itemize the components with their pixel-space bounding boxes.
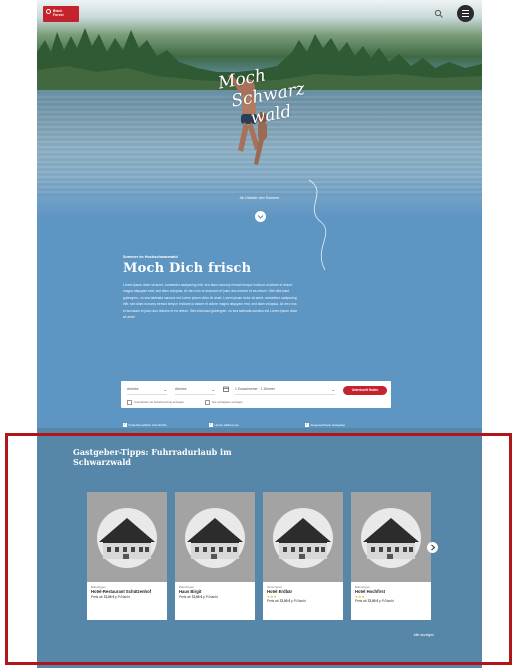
house-image bbox=[351, 492, 431, 582]
decorative-swirl-line bbox=[308, 179, 327, 271]
price-suffix: p.P./Nacht bbox=[203, 595, 218, 599]
price-value: 72,00 € bbox=[367, 599, 379, 603]
search-submit-button[interactable]: Unterkunft finden bbox=[343, 386, 387, 395]
carousel-next-button[interactable] bbox=[427, 542, 438, 553]
house-icon bbox=[185, 508, 245, 568]
price-value: 72,00 € bbox=[191, 595, 203, 599]
house-icon bbox=[361, 508, 421, 568]
price-value: 72,00 € bbox=[279, 599, 291, 603]
house-image bbox=[263, 492, 343, 582]
chevron-down-icon: ⌄ bbox=[331, 387, 335, 392]
hero-section: Black Forest Moch Schwarz wald Ab Oktobe… bbox=[37, 0, 482, 218]
house-icon bbox=[273, 508, 333, 568]
search-icon[interactable] bbox=[434, 9, 444, 19]
intro-title: Moch Dich frisch bbox=[123, 261, 252, 276]
price-value: 72,00 € bbox=[103, 595, 115, 599]
hamburger-line bbox=[462, 13, 469, 14]
card-price: Preis ab 72,00 € p.P./Nacht bbox=[179, 595, 252, 600]
price-suffix: p.P./Nacht bbox=[291, 599, 306, 603]
instant-booking-checkbox[interactable]: Unterkünfte mit Sofortbuchung anzeigen bbox=[127, 400, 184, 405]
host-card[interactable]: Hinterzarten Hotel Erdbär ★★★ Preis ab 7… bbox=[263, 492, 343, 620]
hero-link[interactable]: Ab Oktober den Sommer bbox=[37, 196, 482, 200]
price-prefix: Preis ab bbox=[179, 595, 191, 599]
guests-field-label: 1 Erwachsener · 1 Zimmer bbox=[235, 387, 275, 391]
arrival-field[interactable]: Anreise ⌄ bbox=[127, 387, 167, 395]
chevron-down-icon: ⌄ bbox=[211, 387, 215, 392]
card-price: Preis ab 72,00 € p.P./Nacht bbox=[91, 595, 164, 600]
intro-paragraph: Lorem ipsum dolor sit amet, consetetur s… bbox=[123, 283, 298, 320]
intro-eyebrow: Sommer im Hochschwarzwald bbox=[123, 255, 178, 259]
host-tips-title: Gastgeber-Tipps: Fuhrradurlaub im Schwar… bbox=[73, 447, 232, 467]
available-only-checkbox[interactable]: Nur verfügbare anzeigen bbox=[205, 400, 243, 405]
price-prefix: Preis ab bbox=[267, 599, 279, 603]
chevron-down-icon: ⌄ bbox=[163, 387, 167, 392]
guests-field[interactable]: 1 Erwachsener · 1 Zimmer ⌄ bbox=[235, 387, 335, 395]
calendar-icon[interactable] bbox=[223, 386, 229, 392]
price-suffix: p.P./Nacht bbox=[379, 599, 394, 603]
host-card[interactable]: Bräunlingen Hotel Hochfirst ★★★ Preis ab… bbox=[351, 492, 431, 620]
house-image bbox=[87, 492, 167, 582]
logo-text-line2: Forest bbox=[53, 13, 64, 17]
chevron-down-icon bbox=[257, 215, 264, 219]
filter-dogs[interactable]: Hunde willkommen bbox=[209, 423, 239, 427]
house-icon bbox=[97, 508, 157, 568]
host-tips-section: Gastgeber-Tipps: Fuhrradurlaub im Schwar… bbox=[37, 428, 482, 668]
brand-logo[interactable]: Black Forest bbox=[43, 6, 79, 22]
filter-hosts[interactable]: Ausgezeichnete Gastgeber bbox=[305, 423, 346, 427]
intro-section: Sommer im Hochschwarzwald Moch Dich fris… bbox=[37, 179, 482, 428]
logo-mark-icon bbox=[46, 9, 51, 14]
show-all-link[interactable]: Alle anzeigen bbox=[414, 633, 434, 637]
filter-family[interactable]: Kinderfreundliche Unterkünfte bbox=[123, 423, 167, 427]
scroll-down-button[interactable] bbox=[255, 211, 266, 222]
host-card[interactable]: Bräunlingen Haus Birgit Preis ab 72,00 €… bbox=[175, 492, 255, 620]
price-prefix: Preis ab bbox=[91, 595, 103, 599]
departure-field-label: Abreise bbox=[175, 387, 187, 391]
card-price: Preis ab 72,00 € p.P./Nacht bbox=[267, 599, 340, 604]
hamburger-menu-icon bbox=[462, 10, 469, 11]
menu-button[interactable] bbox=[457, 5, 474, 22]
arrival-field-label: Anreise bbox=[127, 387, 139, 391]
chevron-right-icon bbox=[430, 544, 435, 551]
departure-field[interactable]: Abreise ⌄ bbox=[175, 387, 215, 395]
hamburger-line bbox=[462, 16, 469, 17]
price-suffix: p.P./Nacht bbox=[115, 595, 130, 599]
host-card[interactable]: Bräunlingen Hotel-Restaurant Schützenhof… bbox=[87, 492, 167, 620]
accommodation-search-bar: Anreise ⌄ Abreise ⌄ 1 Erwachsener · 1 Zi… bbox=[121, 381, 391, 408]
price-prefix: Preis ab bbox=[355, 599, 367, 603]
house-image bbox=[175, 492, 255, 582]
card-price: Preis ab 72,00 € p.P./Nacht bbox=[355, 599, 428, 604]
